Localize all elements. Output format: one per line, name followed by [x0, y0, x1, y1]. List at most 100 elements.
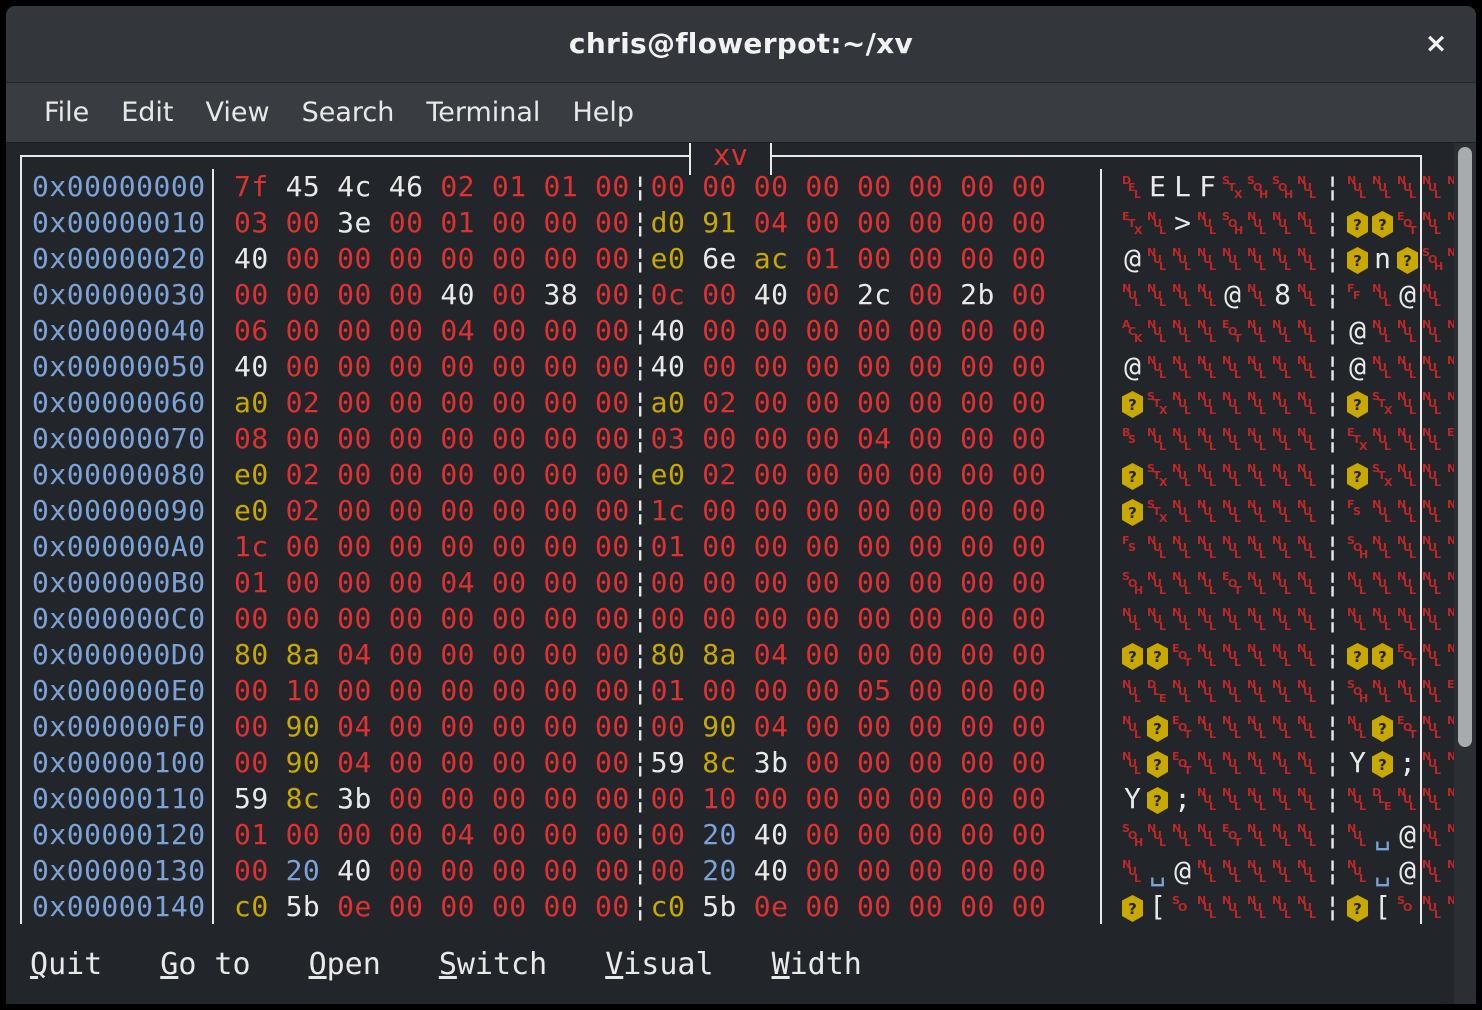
- hex-byte[interactable]: 00: [337, 422, 372, 455]
- hex-byte[interactable]: 00: [337, 278, 372, 311]
- hex-row[interactable]: 01 00 00 00 04 00 00 00¦00 20 40 00 00 0…: [234, 817, 1100, 853]
- hex-byte[interactable]: 00: [909, 854, 944, 887]
- hex-byte[interactable]: 00: [543, 710, 578, 743]
- hex-byte[interactable]: 00: [1012, 422, 1047, 455]
- hex-byte[interactable]: 00: [702, 350, 737, 383]
- hex-byte[interactable]: 00: [960, 242, 995, 275]
- hex-byte[interactable]: 00: [1012, 314, 1047, 347]
- hex-byte[interactable]: 00: [492, 206, 527, 239]
- shortcut-go-to[interactable]: Go to: [160, 947, 250, 982]
- hex-row[interactable]: 1c 00 00 00 00 00 00 00¦01 00 00 00 00 0…: [234, 529, 1100, 565]
- hex-byte[interactable]: 00: [909, 602, 944, 635]
- hex-row[interactable]: 08 00 00 00 00 00 00 00¦03 00 00 00 04 0…: [234, 421, 1100, 457]
- hex-byte[interactable]: 00: [754, 566, 789, 599]
- hex-byte[interactable]: 00: [805, 602, 840, 635]
- hex-byte[interactable]: 0c: [651, 278, 686, 311]
- hex-byte[interactable]: 90: [286, 746, 321, 779]
- hex-byte[interactable]: 00: [492, 278, 527, 311]
- hex-byte[interactable]: 00: [337, 602, 372, 635]
- hex-row[interactable]: 06 00 00 00 04 00 00 00¦40 00 00 00 00 0…: [234, 313, 1100, 349]
- hex-byte[interactable]: 00: [857, 386, 892, 419]
- ascii-row[interactable]: DELELFSTXSOHSOHNUL¦NULNULNULNULNULNULNUL…: [1120, 169, 1476, 205]
- ascii-row[interactable]: NUL?EOTNULNULNULNULNUL¦Y?;NULNULNULNULNU…: [1120, 745, 1476, 781]
- hex-byte[interactable]: 5b: [702, 890, 737, 923]
- hex-byte[interactable]: 00: [440, 854, 475, 887]
- hex-byte[interactable]: 00: [389, 278, 424, 311]
- hex-byte[interactable]: 00: [389, 458, 424, 491]
- hex-byte[interactable]: 00: [389, 782, 424, 815]
- hex-byte[interactable]: 00: [960, 602, 995, 635]
- hex-byte[interactable]: 40: [651, 314, 686, 347]
- hex-byte[interactable]: 00: [1012, 602, 1047, 635]
- ascii-row[interactable]: FSNULNULNULNULNULNULNUL¦SOHNULNULNULNULN…: [1120, 529, 1476, 565]
- hex-byte[interactable]: 00: [909, 674, 944, 707]
- menu-item-help[interactable]: Help: [556, 97, 650, 128]
- hex-byte[interactable]: 00: [440, 494, 475, 527]
- hex-byte[interactable]: 00: [1012, 458, 1047, 491]
- hex-byte[interactable]: 00: [754, 602, 789, 635]
- hex-byte[interactable]: 00: [960, 386, 995, 419]
- hex-byte[interactable]: 00: [389, 818, 424, 851]
- hex-byte[interactable]: 00: [389, 854, 424, 887]
- hex-byte[interactable]: 20: [702, 854, 737, 887]
- hex-row[interactable]: c0 5b 0e 00 00 00 00 00¦c0 5b 0e 00 00 0…: [234, 889, 1100, 925]
- ascii-row[interactable]: SOHNULNULNULEOTNULNULNUL¦NUL␣@NULNULNULN…: [1120, 817, 1476, 853]
- hex-byte[interactable]: 00: [805, 350, 840, 383]
- hex-byte[interactable]: 00: [805, 854, 840, 887]
- hex-byte[interactable]: 00: [909, 890, 944, 923]
- hex-byte[interactable]: 01: [651, 674, 686, 707]
- hex-byte[interactable]: 00: [337, 386, 372, 419]
- hex-byte[interactable]: 6e: [702, 242, 737, 275]
- hex-byte[interactable]: 00: [857, 170, 892, 203]
- hex-byte[interactable]: 00: [389, 242, 424, 275]
- close-icon[interactable]: ×: [1418, 26, 1454, 62]
- shortcut-switch[interactable]: Switch: [439, 947, 547, 982]
- hex-byte[interactable]: 8c: [286, 782, 321, 815]
- hex-byte[interactable]: d0: [651, 206, 686, 239]
- ascii-row[interactable]: ACKNULNULNULEOTNULNULNUL¦@NULNULNULNULNU…: [1120, 313, 1476, 349]
- hex-byte[interactable]: 02: [702, 386, 737, 419]
- hex-byte[interactable]: 00: [651, 170, 686, 203]
- hex-byte[interactable]: 00: [651, 602, 686, 635]
- hex-byte[interactable]: 00: [440, 422, 475, 455]
- hex-byte[interactable]: 00: [960, 674, 995, 707]
- hex-byte[interactable]: 00: [754, 170, 789, 203]
- hex-byte[interactable]: 00: [857, 242, 892, 275]
- hex-byte[interactable]: 40: [440, 278, 475, 311]
- hex-byte[interactable]: 00: [595, 566, 630, 599]
- hex-byte[interactable]: 04: [440, 314, 475, 347]
- hex-byte[interactable]: 00: [543, 674, 578, 707]
- hex-byte[interactable]: 00: [805, 494, 840, 527]
- hex-byte[interactable]: 00: [805, 674, 840, 707]
- scrollbar-thumb[interactable]: [1458, 147, 1472, 747]
- hex-byte[interactable]: 00: [543, 386, 578, 419]
- hex-byte[interactable]: 00: [702, 278, 737, 311]
- hex-byte[interactable]: 00: [1012, 746, 1047, 779]
- hex-byte[interactable]: 00: [651, 818, 686, 851]
- hex-byte[interactable]: 00: [492, 314, 527, 347]
- hex-row[interactable]: 00 00 00 00 40 00 38 00¦0c 00 40 00 2c 0…: [234, 277, 1100, 313]
- hex-byte[interactable]: 00: [492, 710, 527, 743]
- hex-byte[interactable]: 00: [440, 602, 475, 635]
- hex-byte[interactable]: e0: [651, 242, 686, 275]
- hex-byte[interactable]: 00: [960, 530, 995, 563]
- hex-byte[interactable]: 00: [492, 890, 527, 923]
- hex-byte[interactable]: 00: [389, 710, 424, 743]
- hex-byte[interactable]: 00: [805, 458, 840, 491]
- hex-byte[interactable]: 0e: [337, 890, 372, 923]
- hex-byte[interactable]: 00: [702, 602, 737, 635]
- hex-byte[interactable]: 00: [543, 206, 578, 239]
- hex-column[interactable]: 7f 45 4c 46 02 01 01 00¦00 00 00 00 00 0…: [214, 169, 1100, 943]
- hex-byte[interactable]: 00: [389, 566, 424, 599]
- hex-byte[interactable]: 00: [909, 242, 944, 275]
- hex-byte[interactable]: 00: [595, 638, 630, 671]
- hex-byte[interactable]: 00: [909, 206, 944, 239]
- hex-byte[interactable]: 00: [960, 746, 995, 779]
- hex-byte[interactable]: 00: [492, 638, 527, 671]
- hex-byte[interactable]: 00: [440, 530, 475, 563]
- hex-byte[interactable]: c0: [234, 890, 269, 923]
- hex-byte[interactable]: 00: [234, 602, 269, 635]
- ascii-row[interactable]: ?[SONULNULNULNULNUL¦?[SONULNULNULNULNUL: [1120, 889, 1476, 925]
- hex-byte[interactable]: 00: [805, 206, 840, 239]
- ascii-row[interactable]: NULNULNULNULNULNULNULNUL¦NULNULNULNULNUL…: [1120, 601, 1476, 637]
